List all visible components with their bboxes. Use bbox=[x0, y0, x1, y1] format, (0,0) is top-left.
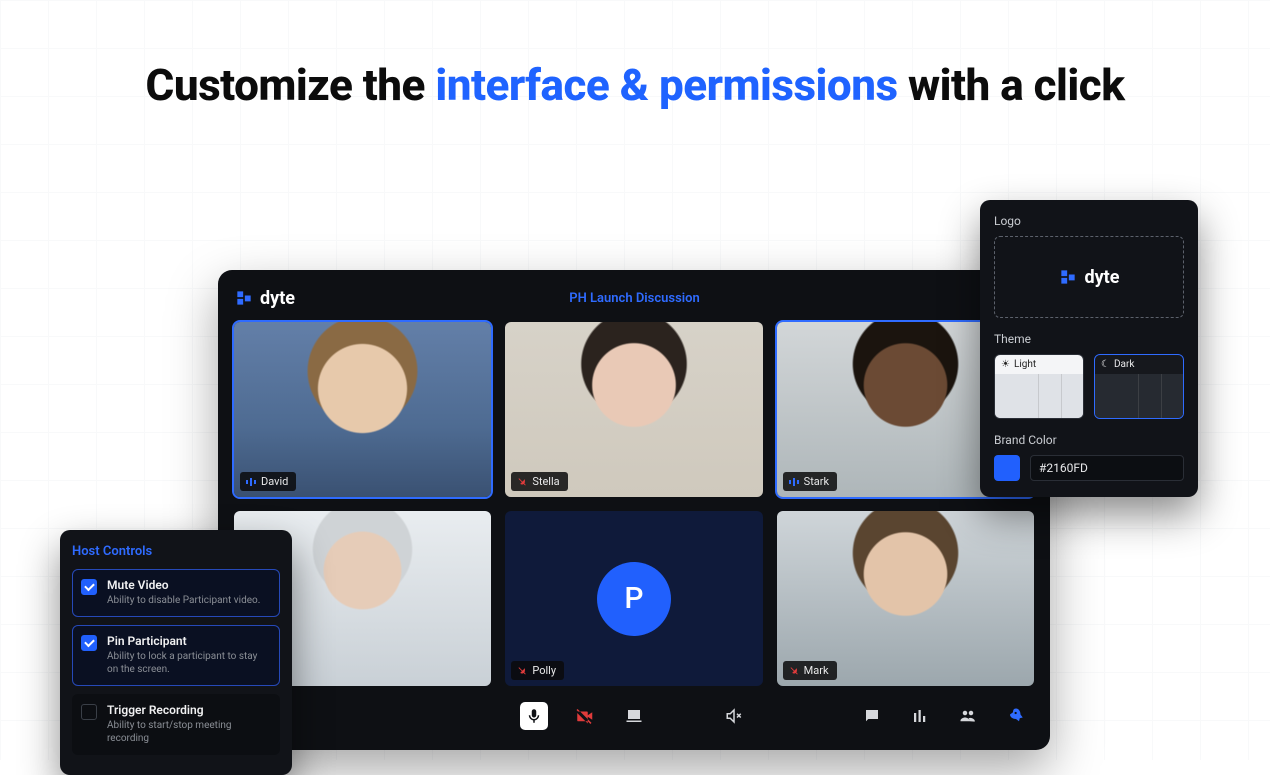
name-tag: Stella bbox=[511, 472, 567, 491]
brand-logo: dyte bbox=[234, 288, 295, 309]
effects-button[interactable] bbox=[670, 702, 698, 730]
control-title: Pin Participant bbox=[107, 634, 271, 648]
mic-button[interactable] bbox=[520, 702, 548, 730]
control-title: Trigger Recording bbox=[107, 703, 271, 717]
video-feed bbox=[505, 322, 762, 497]
participant-tile[interactable]: Stella bbox=[505, 322, 762, 497]
host-control-item[interactable]: Pin Participant Ability to lock a partic… bbox=[72, 625, 280, 686]
video-feed bbox=[777, 511, 1034, 686]
speaking-icon bbox=[246, 477, 256, 487]
polls-button[interactable] bbox=[906, 702, 934, 730]
camera-off-button[interactable] bbox=[570, 702, 598, 730]
participant-tile[interactable]: David bbox=[234, 322, 491, 497]
video-grid: David Stella Stark ger P bbox=[234, 322, 1034, 686]
headline-post: with a click bbox=[898, 59, 1125, 111]
participant-name: David bbox=[261, 475, 288, 488]
muted-icon bbox=[789, 666, 799, 676]
muted-icon bbox=[517, 666, 527, 676]
logo-dropzone[interactable]: dyte bbox=[994, 236, 1184, 318]
speaker-off-button[interactable] bbox=[720, 702, 748, 730]
control-desc: Ability to disable Participant video. bbox=[107, 594, 260, 608]
host-control-item[interactable]: Mute Video Ability to disable Participan… bbox=[72, 569, 280, 617]
host-control-item[interactable]: Trigger Recording Ability to start/stop … bbox=[72, 694, 280, 755]
checkbox-icon[interactable] bbox=[81, 704, 97, 720]
control-desc: Ability to lock a participant to stay on… bbox=[107, 650, 271, 677]
speaking-icon bbox=[789, 477, 799, 487]
meeting-title: PH Launch Discussion bbox=[569, 291, 700, 306]
name-tag: David bbox=[240, 472, 296, 491]
participant-name: Polly bbox=[532, 664, 556, 677]
participant-tile[interactable]: Mark bbox=[777, 511, 1034, 686]
avatar-initial: P bbox=[597, 562, 671, 636]
theme-option-light[interactable]: ☀ Light bbox=[994, 354, 1084, 419]
share-screen-button[interactable] bbox=[620, 702, 648, 730]
meeting-toolbar bbox=[234, 696, 1034, 736]
participant-tile[interactable]: P Polly bbox=[505, 511, 762, 686]
name-tag: Mark bbox=[783, 661, 837, 680]
logo-section-label: Logo bbox=[994, 214, 1184, 228]
plugins-button[interactable] bbox=[1002, 702, 1030, 730]
moon-icon: ☾ bbox=[1101, 359, 1110, 370]
chat-button[interactable] bbox=[858, 702, 886, 730]
participant-name: Mark bbox=[804, 664, 829, 677]
muted-icon bbox=[517, 477, 527, 487]
color-swatch[interactable] bbox=[994, 455, 1020, 481]
page-headline: Customize the interface & permissions wi… bbox=[0, 0, 1270, 113]
theme-section-label: Theme bbox=[994, 332, 1184, 346]
participant-name: Stark bbox=[804, 475, 829, 488]
theme-option-dark[interactable]: ☾ Dark bbox=[1094, 354, 1184, 419]
headline-pre: Customize the bbox=[146, 59, 436, 111]
participants-button[interactable] bbox=[954, 702, 982, 730]
control-desc: Ability to start/stop meeting recording bbox=[107, 719, 271, 746]
checkbox-icon[interactable] bbox=[81, 579, 97, 595]
brand-text: dyte bbox=[260, 288, 295, 309]
video-feed bbox=[234, 322, 491, 497]
control-title: Mute Video bbox=[107, 578, 260, 592]
logo-preview: dyte bbox=[1058, 267, 1119, 288]
checkbox-icon[interactable] bbox=[81, 635, 97, 651]
color-value-input[interactable]: #2160FD bbox=[1030, 455, 1184, 481]
participant-name: Stella bbox=[532, 475, 559, 488]
customization-panel: Logo dyte Theme ☀ Light ☾ Dark Brand Col… bbox=[980, 200, 1198, 497]
name-tag: Stark bbox=[783, 472, 837, 491]
theme-label: Light bbox=[1014, 359, 1036, 370]
brand-color-label: Brand Color bbox=[994, 433, 1184, 447]
headline-accent: interface & permissions bbox=[435, 59, 897, 111]
host-controls-title: Host Controls bbox=[72, 544, 280, 559]
sun-icon: ☀ bbox=[1001, 359, 1010, 370]
meeting-window: dyte PH Launch Discussion David Stella S… bbox=[218, 270, 1050, 750]
logo-text: dyte bbox=[1084, 267, 1119, 288]
theme-label: Dark bbox=[1114, 359, 1134, 370]
host-controls-panel: Host Controls Mute Video Ability to disa… bbox=[60, 530, 292, 775]
name-tag: Polly bbox=[511, 661, 564, 680]
